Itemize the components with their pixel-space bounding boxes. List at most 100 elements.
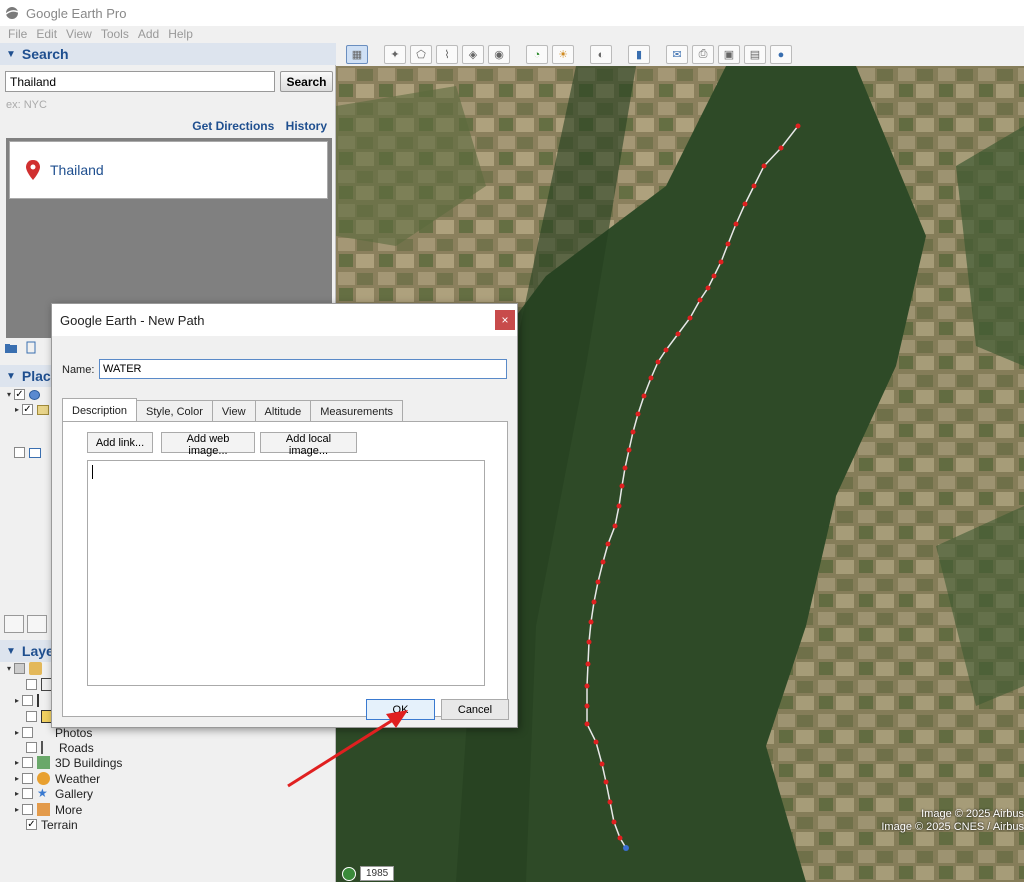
tab-style-color[interactable]: Style, Color (136, 400, 213, 422)
get-directions-link[interactable]: Get Directions (192, 119, 274, 133)
expand-icon[interactable]: ▸ (12, 805, 22, 814)
search-input[interactable] (5, 71, 275, 92)
path-vertex[interactable] (626, 447, 632, 453)
add-path-icon[interactable]: ⌇ (436, 45, 458, 64)
email-icon[interactable]: ✉ (666, 45, 688, 64)
layer-row-terrain[interactable]: ✓ Terrain (26, 817, 78, 832)
layer-checkbox[interactable] (26, 711, 37, 722)
layer-checkbox[interactable] (14, 663, 25, 674)
layer-checkbox[interactable] (22, 695, 33, 706)
path-vertex[interactable] (595, 579, 601, 585)
layer-checkbox[interactable] (22, 788, 33, 799)
path-vertex[interactable] (648, 375, 654, 381)
layer-checkbox[interactable] (22, 757, 33, 768)
path-vertex[interactable] (605, 541, 611, 547)
sidebar-toggle-icon[interactable]: ▦ (346, 45, 368, 64)
path-vertex[interactable] (705, 285, 711, 291)
ruler-icon[interactable]: ▮ (628, 45, 650, 64)
layer-row-primary-database[interactable]: ▾ (4, 661, 47, 676)
record-tour-icon[interactable]: ◉ (488, 45, 510, 64)
path-vertex[interactable] (591, 599, 597, 605)
path-vertex[interactable] (616, 503, 622, 509)
layer-row-roads[interactable]: Roads (26, 740, 94, 755)
path-vertex[interactable] (603, 779, 609, 785)
places-checkbox[interactable]: ✓ (22, 404, 33, 415)
planet-switch-icon[interactable]: ◐ (590, 45, 612, 64)
path-vertex[interactable] (761, 163, 767, 169)
path-vertex[interactable] (675, 331, 681, 337)
path-vertex[interactable] (584, 683, 590, 689)
menu-help[interactable]: Help (168, 27, 193, 41)
path-vertex[interactable] (687, 315, 693, 321)
path-vertex[interactable] (630, 429, 636, 435)
expand-icon[interactable]: ▸ (12, 758, 22, 767)
search-toggle-button[interactable] (4, 615, 24, 633)
ok-button[interactable]: OK (366, 699, 435, 720)
description-textarea[interactable] (87, 460, 485, 686)
layer-checkbox[interactable]: ✓ (26, 819, 37, 830)
path-vertex[interactable] (778, 145, 784, 151)
panel-toggle-button[interactable] (27, 615, 47, 633)
copy-icon[interactable] (24, 341, 38, 355)
path-vertex[interactable] (588, 619, 594, 625)
places-tree-row[interactable] (14, 445, 45, 460)
path-vertex[interactable] (711, 273, 717, 279)
movie-maker-icon[interactable]: ▤ (744, 45, 766, 64)
tab-description[interactable]: Description (62, 398, 138, 422)
path-vertex[interactable] (697, 297, 703, 303)
path-vertex[interactable] (635, 411, 641, 417)
add-folder-icon[interactable] (4, 341, 18, 355)
path-vertex[interactable] (718, 259, 724, 265)
path-vertex[interactable] (623, 845, 629, 851)
path-vertex[interactable] (733, 221, 739, 227)
view-in-maps-icon[interactable]: ● (770, 45, 792, 64)
expand-icon[interactable]: ▾ (4, 390, 14, 399)
layer-checkbox[interactable] (22, 773, 33, 784)
close-icon[interactable]: × (495, 310, 515, 330)
path-vertex[interactable] (607, 799, 613, 805)
path-vertex[interactable] (585, 661, 591, 667)
path-vertex[interactable] (725, 241, 731, 247)
path-vertex[interactable] (612, 523, 618, 529)
expand-icon[interactable]: ▸ (12, 405, 22, 414)
history-link[interactable]: History (286, 119, 327, 133)
add-web-image-button[interactable]: Add web image... (161, 432, 255, 457)
path-name-input[interactable] (99, 359, 507, 379)
path-vertex[interactable] (795, 123, 801, 129)
tab-measurements[interactable]: Measurements (310, 400, 404, 422)
sunlight-icon[interactable]: ☀ (552, 45, 574, 64)
cancel-button[interactable]: Cancel (441, 699, 509, 720)
path-vertex[interactable] (586, 639, 592, 645)
path-vertex[interactable] (617, 835, 623, 841)
path-vertex[interactable] (584, 703, 590, 709)
menu-add[interactable]: Add (138, 27, 159, 41)
layer-checkbox[interactable] (26, 679, 37, 690)
add-placemark-icon[interactable]: ✦ (384, 45, 406, 64)
layer-row-gallery[interactable]: ▸ ★ Gallery (12, 786, 93, 801)
path-vertex[interactable] (622, 465, 628, 471)
layer-checkbox[interactable] (26, 742, 37, 753)
tab-view[interactable]: View (211, 400, 256, 422)
path-vertex[interactable] (611, 819, 617, 825)
historical-year[interactable]: 1985 (342, 866, 395, 881)
path-vertex[interactable] (751, 183, 757, 189)
path-vertex[interactable] (593, 739, 599, 745)
places-checkbox[interactable] (14, 447, 25, 458)
layer-checkbox[interactable] (22, 727, 33, 738)
path-vertex[interactable] (742, 201, 748, 207)
path-vertex[interactable] (655, 359, 661, 365)
layer-checkbox[interactable] (22, 804, 33, 815)
search-section-header[interactable]: ▼ Search (0, 43, 336, 65)
search-button[interactable]: Search (280, 71, 333, 92)
historical-imagery-icon[interactable]: ◔ (526, 45, 548, 64)
save-image-icon[interactable]: ▣ (718, 45, 740, 64)
path-vertex[interactable] (599, 761, 605, 767)
layer-row-weather[interactable]: ▸ Weather (12, 771, 100, 786)
tab-altitude[interactable]: Altitude (254, 400, 312, 422)
places-tree-row[interactable]: ▸ ✓ (12, 402, 53, 417)
layer-row-3d-buildings[interactable]: ▸ 3D Buildings (12, 755, 122, 770)
add-link-button[interactable]: Add link... (87, 432, 153, 453)
path-vertex[interactable] (641, 393, 647, 399)
expand-icon[interactable]: ▸ (12, 728, 22, 737)
expand-icon[interactable]: ▾ (4, 664, 14, 673)
